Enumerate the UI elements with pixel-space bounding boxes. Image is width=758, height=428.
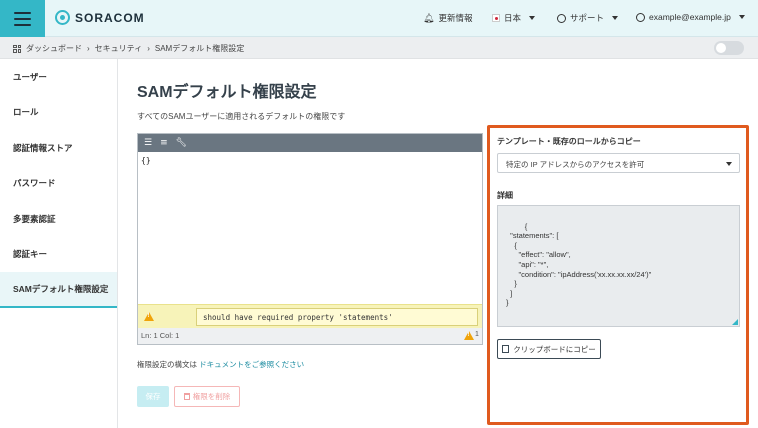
sidebar-item-users[interactable]: ユーザー: [0, 59, 117, 95]
validation-error-message: should have required property 'statement…: [196, 308, 478, 326]
account-dropdown[interactable]: example@example.jp: [636, 12, 745, 22]
sidebar-item-sam-default-permissions[interactable]: SAMデフォルト権限設定: [0, 272, 117, 308]
breadcrumb-bar: ダッシュボード › セキュリティ › SAMデフォルト権限設定: [0, 37, 758, 59]
template-json-preview: { "statements": [ { "effect": "allow", "…: [497, 205, 740, 327]
sidebar-item-password[interactable]: パスワード: [0, 166, 117, 202]
copy-label: クリップボードにコピー: [513, 344, 596, 354]
sidebar: ユーザー ロール 認証情報ストア パスワード 多要素認証 認証キー SAMデフォ…: [0, 59, 118, 428]
page-title: SAMデフォルト権限設定: [137, 84, 317, 101]
documentation-link[interactable]: ドキュメントをご参照ください: [199, 360, 304, 369]
chevron-down-icon: [612, 16, 619, 20]
logo[interactable]: SORACOM: [55, 10, 145, 25]
warning-count: 1: [475, 331, 479, 338]
soracom-logo-icon: [55, 10, 70, 25]
editor-text[interactable]: {}: [141, 156, 151, 165]
bell-icon: 🔔︎: [423, 12, 435, 23]
template-select[interactable]: 特定の IP アドレスからのアクセスを許可: [497, 153, 740, 173]
breadcrumb-current: SAMデフォルト権限設定: [154, 44, 245, 53]
editor-status-bar: Ln: 1 Col: 1 1: [138, 328, 482, 344]
page-description: すべてのSAMユーザーに適用されるデフォルトの権限です: [137, 112, 346, 121]
main-content: SAMデフォルト権限設定 すべてのSAMユーザーに適用されるデフォルトの権限です…: [118, 59, 758, 428]
dashboard-icon: [13, 44, 21, 53]
save-button[interactable]: 保存: [137, 386, 169, 407]
delete-label: 権限を削除: [192, 392, 231, 401]
breadcrumb-security[interactable]: セキュリティ: [95, 43, 143, 54]
sidebar-item-credentials-store[interactable]: 認証情報ストア: [0, 130, 117, 166]
delete-permission-button[interactable]: 権限を削除: [174, 386, 240, 407]
editor-toolbar: ☰ ≡ 🔧︎: [138, 134, 482, 152]
chevron-right-icon: ›: [87, 44, 90, 53]
clipboard-icon: [502, 345, 510, 353]
chevron-right-icon: ›: [147, 44, 150, 53]
resize-handle-icon[interactable]: [732, 319, 738, 325]
support-dropdown[interactable]: サポート: [557, 12, 619, 24]
warning-count-icon[interactable]: [464, 331, 474, 340]
permission-editor[interactable]: ☰ ≡ 🔧︎ {} should have required property …: [137, 133, 483, 345]
sidebar-item-roles[interactable]: ロール: [0, 95, 117, 131]
cursor-position: Ln: 1 Col: 1: [141, 331, 180, 340]
detail-label: 詳細: [497, 191, 513, 200]
breadcrumb-dashboard[interactable]: ダッシュボード: [26, 43, 82, 54]
user-icon: [636, 12, 645, 22]
chevron-down-icon: [738, 15, 745, 19]
sidebar-item-auth-keys[interactable]: 認証キー: [0, 237, 117, 273]
copy-to-clipboard-button[interactable]: クリップボードにコピー: [497, 339, 601, 359]
doc-prefix: 権限設定の構文は: [137, 360, 197, 369]
template-panel: テンプレート・既存のロールからコピー 特定の IP アドレスからのアクセスを許可…: [487, 125, 749, 425]
help-icon: [557, 13, 566, 23]
brand-name: SORACOM: [75, 10, 145, 25]
account-label: example@example.jp: [649, 12, 731, 22]
chevron-down-icon: [529, 16, 536, 20]
sidebar-item-mfa[interactable]: 多要素認証: [0, 201, 117, 237]
flag-icon: [492, 14, 500, 22]
theme-toggle[interactable]: [714, 41, 744, 55]
wrench-icon[interactable]: 🔧︎: [176, 138, 187, 148]
support-label: サポート: [570, 13, 605, 23]
top-bar: SORACOM 🔔︎ 更新情報 日本 サポート example@example.…: [0, 0, 758, 37]
news-label: 更新情報: [438, 13, 473, 23]
menu-icon[interactable]: [0, 0, 45, 37]
language-dropdown[interactable]: 日本: [492, 12, 536, 24]
chevron-down-icon: [726, 162, 732, 166]
template-json-text: { "statements": [ { "effect": "allow", "…: [506, 221, 652, 308]
validation-error-bar: should have required property 'statement…: [138, 304, 482, 328]
news-link[interactable]: 🔔︎ 更新情報: [423, 12, 472, 24]
template-label: テンプレート・既存のロールからコピー: [497, 137, 641, 146]
template-selected-value: 特定の IP アドレスからのアクセスを許可: [506, 160, 645, 169]
compact-icon[interactable]: ≡: [160, 138, 168, 148]
language-label: 日本: [504, 13, 522, 23]
documentation-note: 権限設定の構文は ドキュメントをご参照ください: [137, 359, 304, 370]
breadcrumb: ダッシュボード › セキュリティ › SAMデフォルト権限設定: [13, 43, 244, 54]
format-icon[interactable]: ☰: [144, 138, 152, 148]
warning-icon: [144, 312, 154, 321]
trash-icon: [183, 393, 190, 400]
